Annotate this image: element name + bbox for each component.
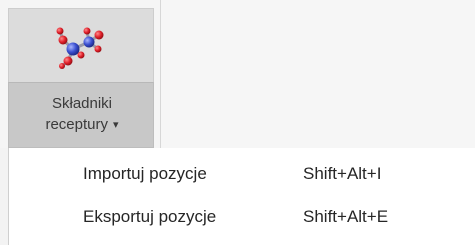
dropdown-menu: Importuj pozycje Shift+Alt+I Eksportuj p…	[8, 148, 475, 245]
menu-item-export-positions[interactable]: Eksportuj pozycje Shift+Alt+E	[9, 197, 475, 239]
caret-down-icon: ▾	[113, 119, 119, 131]
split-button-dropdown[interactable]: Składniki receptury ▾	[8, 82, 154, 148]
menu-item-shortcut: Shift+Alt+E	[303, 207, 389, 226]
split-button-main[interactable]	[8, 8, 154, 82]
menu-item-shortcut: Shift+Alt+I	[303, 164, 382, 183]
ribbon-empty-area	[161, 0, 475, 148]
molecule-icon	[56, 27, 104, 69]
menu-item-label: Importuj pozycje	[83, 164, 207, 183]
button-label-line1: Składniki	[51, 95, 113, 112]
button-label-line2-text: receptury	[45, 116, 108, 133]
button-label-line2: receptury ▾	[9, 116, 155, 135]
menu-item-label: Eksportuj pozycje	[83, 207, 217, 226]
ribbon-bar: Składniki receptury ▾	[0, 0, 475, 148]
skladniki-receptury-split-button[interactable]: Składniki receptury ▾	[8, 8, 154, 148]
menu-item-import-positions[interactable]: Importuj pozycje Shift+Alt+I	[9, 154, 475, 196]
